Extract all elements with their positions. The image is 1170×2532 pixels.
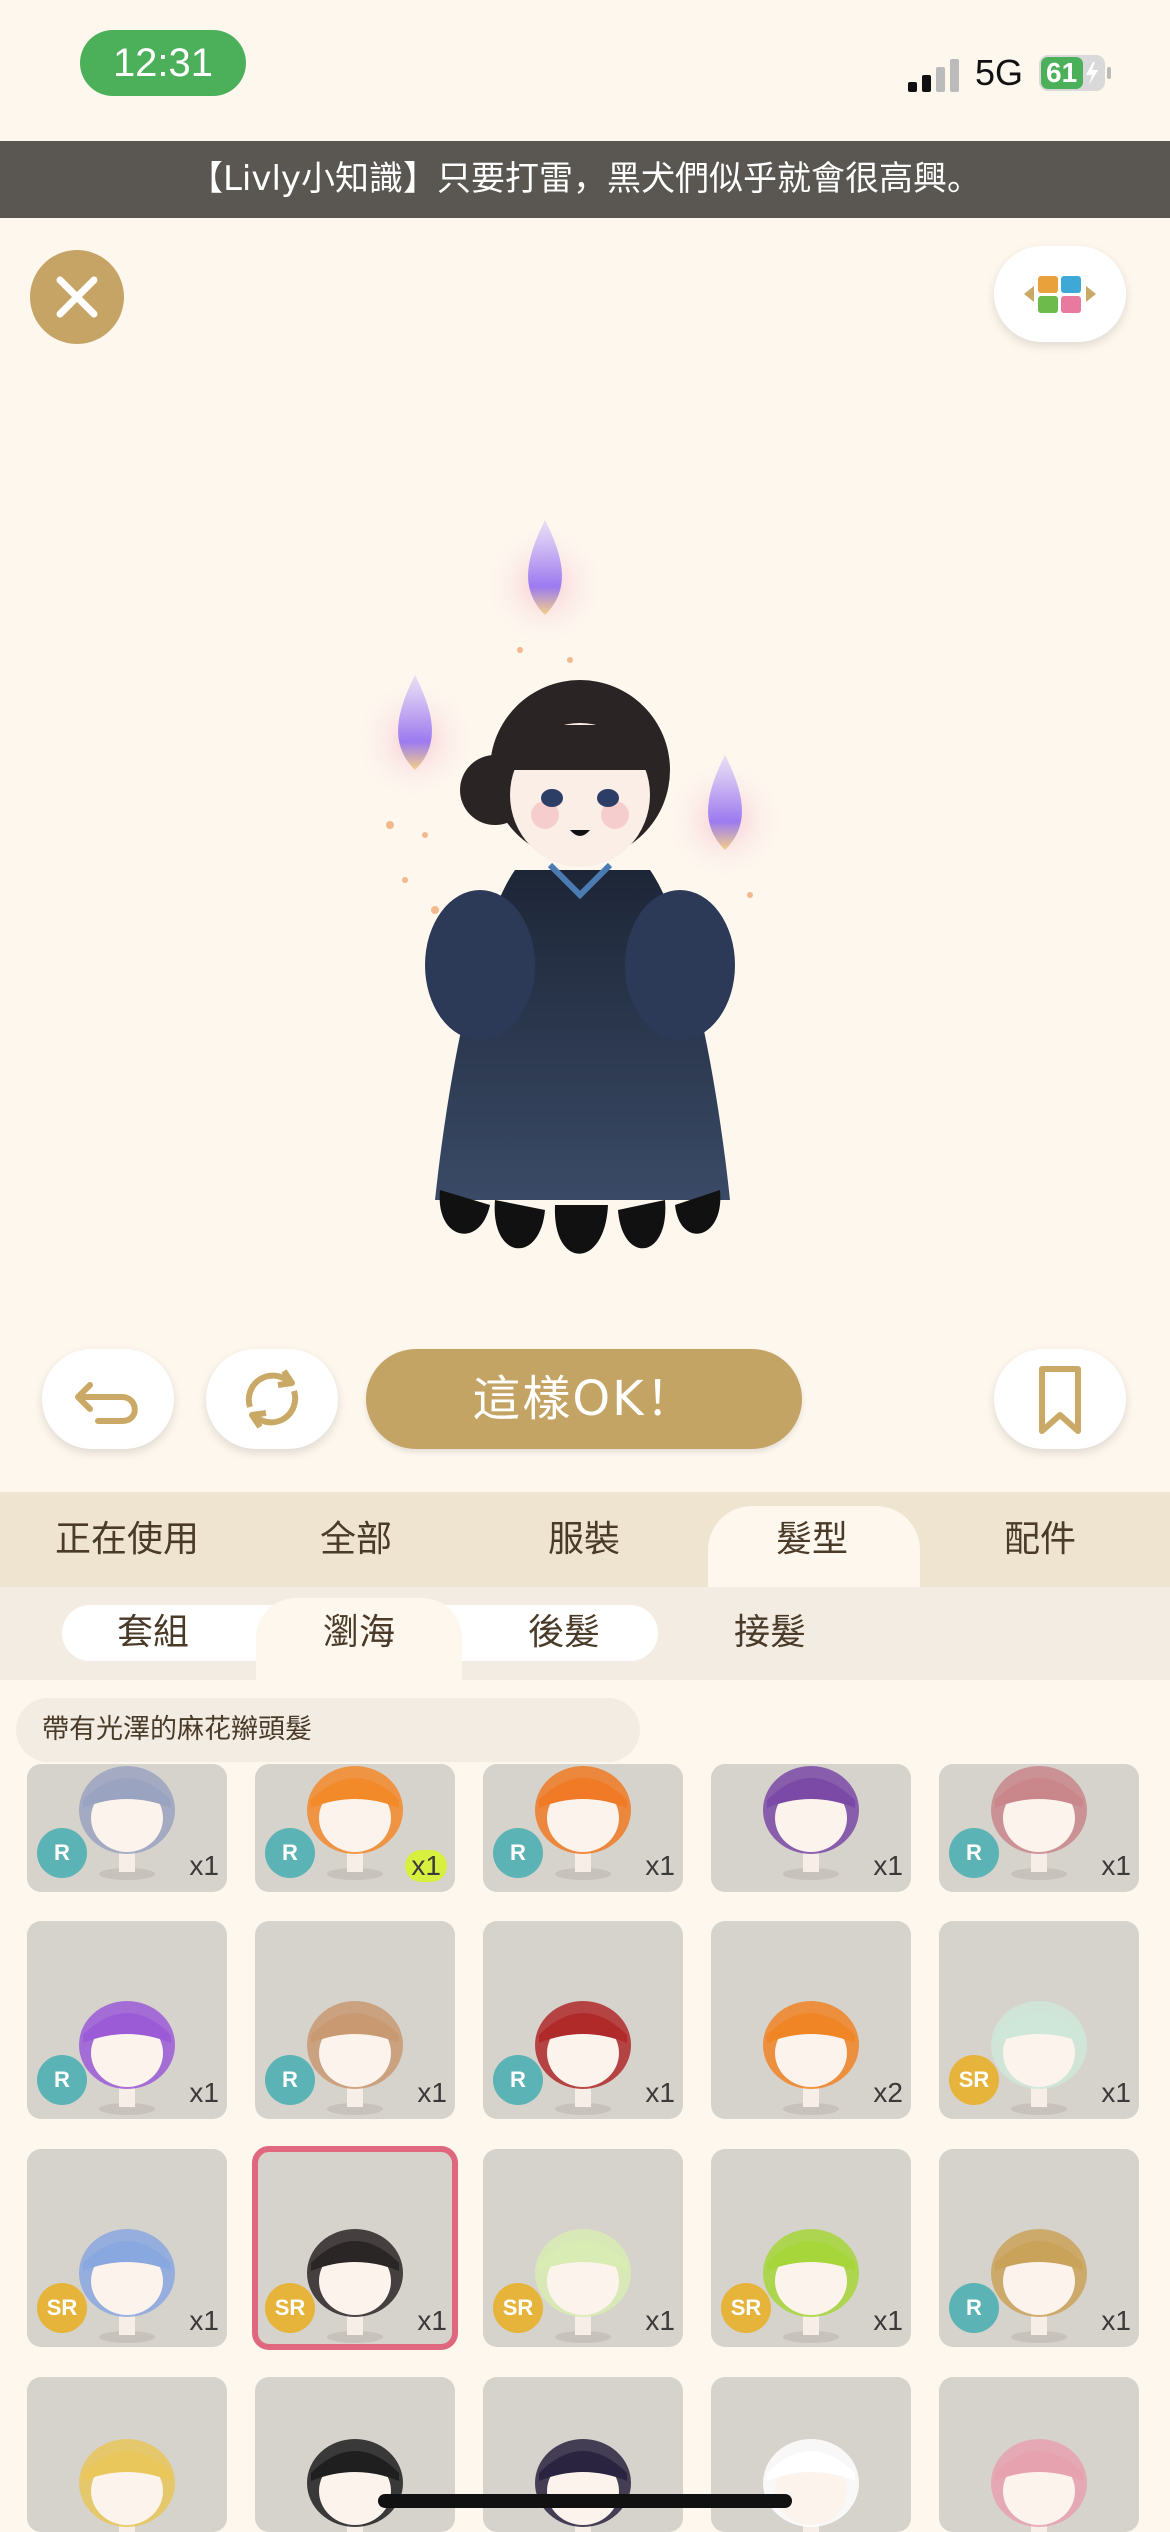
hair-item[interactable]: Rx1 xyxy=(255,1921,455,2119)
hair-item[interactable]: SR x1 xyxy=(483,2149,683,2347)
undo-button[interactable] xyxy=(42,1349,174,1449)
tab-in-use[interactable]: 正在使用 xyxy=(27,1492,227,1587)
floating-flame xyxy=(665,755,785,880)
avatar-character xyxy=(355,520,785,1254)
undo-icon xyxy=(75,1382,138,1424)
hair-item[interactable] xyxy=(939,2377,1139,2532)
item-quantity: x1 xyxy=(645,2305,675,2336)
item-quantity: x1 xyxy=(873,1850,903,1881)
bookmark-icon xyxy=(1039,1366,1081,1434)
rarity-badge: SR xyxy=(949,2055,999,2105)
hairstyle-preview-icon xyxy=(79,2439,175,2532)
subtab-hair-extension[interactable]: 接髮 xyxy=(685,1605,855,1661)
subtab-back-hair[interactable]: 後髮 xyxy=(479,1605,649,1661)
hair-item[interactable]: Rx1 xyxy=(27,1764,227,1892)
item-quantity: x1 xyxy=(189,2305,219,2336)
hair-item[interactable] xyxy=(711,2377,911,2532)
hair-item[interactable]: SR x1 xyxy=(27,2149,227,2347)
rarity-badge: R xyxy=(265,2055,315,2105)
hair-item[interactable] xyxy=(483,2377,683,2532)
hair-item[interactable]: Rx1 xyxy=(483,1764,683,1892)
tab-all[interactable]: 全部 xyxy=(256,1492,456,1587)
hair-item[interactable]: SR x1 xyxy=(711,2149,911,2347)
confirm-button[interactable]: 這樣OK！ xyxy=(366,1349,802,1449)
bookmark-button[interactable] xyxy=(994,1349,1126,1449)
hair-item[interactable] xyxy=(255,2377,455,2532)
selected-item-name: 帶有光澤的麻花辮頭髮 xyxy=(16,1698,640,1762)
battery-level: 61 xyxy=(1046,57,1078,88)
tab-hairstyle[interactable]: 髮型 xyxy=(712,1492,912,1587)
hair-item[interactable]: Rx1 xyxy=(255,1764,455,1892)
hair-item[interactable]: SR x1 xyxy=(252,2146,458,2350)
item-quantity: x2 xyxy=(873,2077,903,2108)
item-quantity: x1 xyxy=(417,2305,447,2336)
rarity-badge: R xyxy=(949,1828,999,1878)
hairstyle-preview-icon xyxy=(991,2439,1087,2532)
tab-accessories[interactable]: 配件 xyxy=(940,1492,1140,1587)
floating-flame xyxy=(485,520,605,645)
hairstyle-preview-icon xyxy=(535,2439,631,2532)
randomize-button[interactable] xyxy=(206,1349,338,1449)
rarity-badge: R xyxy=(37,2055,87,2105)
palette-button[interactable] xyxy=(994,246,1126,342)
hairstyle-preview-icon xyxy=(307,2439,403,2532)
item-quantity: x1 xyxy=(1101,2077,1131,2108)
floating-flame xyxy=(355,675,475,800)
tab-clothing[interactable]: 服裝 xyxy=(484,1492,684,1587)
item-quantity: x1 xyxy=(189,1850,219,1881)
item-quantity: x1 xyxy=(405,1850,447,1882)
item-quantity: x1 xyxy=(417,2077,447,2108)
rarity-badge: SR xyxy=(265,2283,315,2333)
rarity-badge: R xyxy=(265,1828,315,1878)
item-quantity: x1 xyxy=(645,1850,675,1881)
cellular-signal-icon xyxy=(908,59,959,92)
hair-item[interactable]: Rx1 xyxy=(27,1921,227,2119)
status-time: 12:31 xyxy=(80,30,246,96)
hairstyle-preview-icon xyxy=(763,2439,859,2532)
rarity-badge: R xyxy=(493,2055,543,2105)
item-quantity: x1 xyxy=(873,2305,903,2336)
item-quantity: x1 xyxy=(1101,1850,1131,1881)
rarity-badge: R xyxy=(493,1828,543,1878)
hair-item[interactable]: x1 xyxy=(711,1764,911,1892)
hair-item[interactable]: x2 xyxy=(711,1921,911,2119)
color-palette-icon xyxy=(1024,276,1096,313)
hair-item[interactable]: Rx1 xyxy=(939,2149,1139,2347)
item-quantity: x1 xyxy=(645,2077,675,2108)
rarity-badge: R xyxy=(949,2283,999,2333)
refresh-icon xyxy=(245,1369,299,1429)
item-quantity: x1 xyxy=(189,2077,219,2108)
rarity-badge: SR xyxy=(37,2283,87,2333)
rarity-badge: SR xyxy=(493,2283,543,2333)
hair-item[interactable]: Rx1 xyxy=(939,1764,1139,1892)
subtab-bangs[interactable]: 瀏海 xyxy=(274,1605,444,1661)
item-quantity: x1 xyxy=(1101,2305,1131,2336)
subtab-set[interactable]: 套組 xyxy=(68,1605,238,1661)
home-indicator xyxy=(378,2494,792,2508)
rarity-badge: R xyxy=(37,1828,87,1878)
close-button[interactable] xyxy=(30,250,124,344)
rarity-badge: SR xyxy=(721,2283,771,2333)
network-type: 5G xyxy=(975,52,1024,93)
close-icon xyxy=(56,276,98,318)
hair-item[interactable] xyxy=(27,2377,227,2532)
tip-banner: 【Livly小知識】只要打雷，黑犬們似乎就會很高興。 xyxy=(0,141,1170,218)
hair-item[interactable]: Rx1 xyxy=(483,1921,683,2119)
hair-item[interactable]: SR x1 xyxy=(939,1921,1139,2119)
